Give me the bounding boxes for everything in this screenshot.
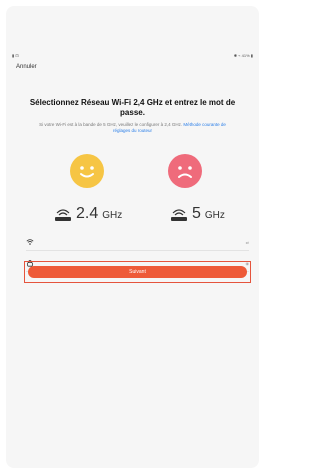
router-icon (55, 209, 71, 221)
status-left: ▮ ⊡ (12, 53, 19, 58)
next-button[interactable]: Suivant (28, 266, 247, 278)
status-bar: ▮ ⊡ ✱ ⌁ 41% ▮ (6, 50, 259, 60)
band-24-unit: GHz (102, 210, 123, 221)
status-right: ✱ ⌁ 41% ▮ (234, 53, 253, 58)
band-illustration: 2.4 GHz 5 GHz (6, 134, 259, 244)
subtitle-text: Si votre Wi-Fi est à la bande de 5 GHz, … (39, 122, 183, 127)
subtitle: Si votre Wi-Fi est à la bande de 5 GHz, … (36, 122, 229, 134)
status-right-icons: ✱ ⌁ 41% ▮ (233, 52, 253, 58)
sad-face-icon (168, 154, 202, 188)
happy-face-icon (70, 154, 104, 188)
band-5ghz: 5 GHz (170, 206, 225, 222)
wifi-icon (26, 239, 34, 245)
band-24ghz: 2.4 GHz (54, 206, 122, 222)
band-5-number: 5 (192, 205, 201, 222)
next-button-highlight: Suivant (24, 261, 251, 283)
band-5-unit: GHz (204, 210, 225, 221)
band-24-number: 2.4 (76, 205, 99, 222)
phone-screen: ▮ ⊡ ✱ ⌁ 41% ▮ Annuler Sélectionnez Résea… (6, 6, 259, 468)
cancel-button[interactable]: Annuler (16, 64, 37, 70)
page-title: Sélectionnez Réseau Wi-Fi 2,4 GHz et ent… (29, 98, 236, 117)
switch-network-icon[interactable]: ⇄ (246, 240, 249, 245)
wifi-network-field[interactable]: ⇄ (26, 234, 249, 251)
status-left-icons: ▮ ⊡ (12, 52, 19, 58)
main-content: Sélectionnez Réseau Wi-Fi 2,4 GHz et ent… (6, 88, 259, 244)
router-icon (171, 209, 187, 221)
